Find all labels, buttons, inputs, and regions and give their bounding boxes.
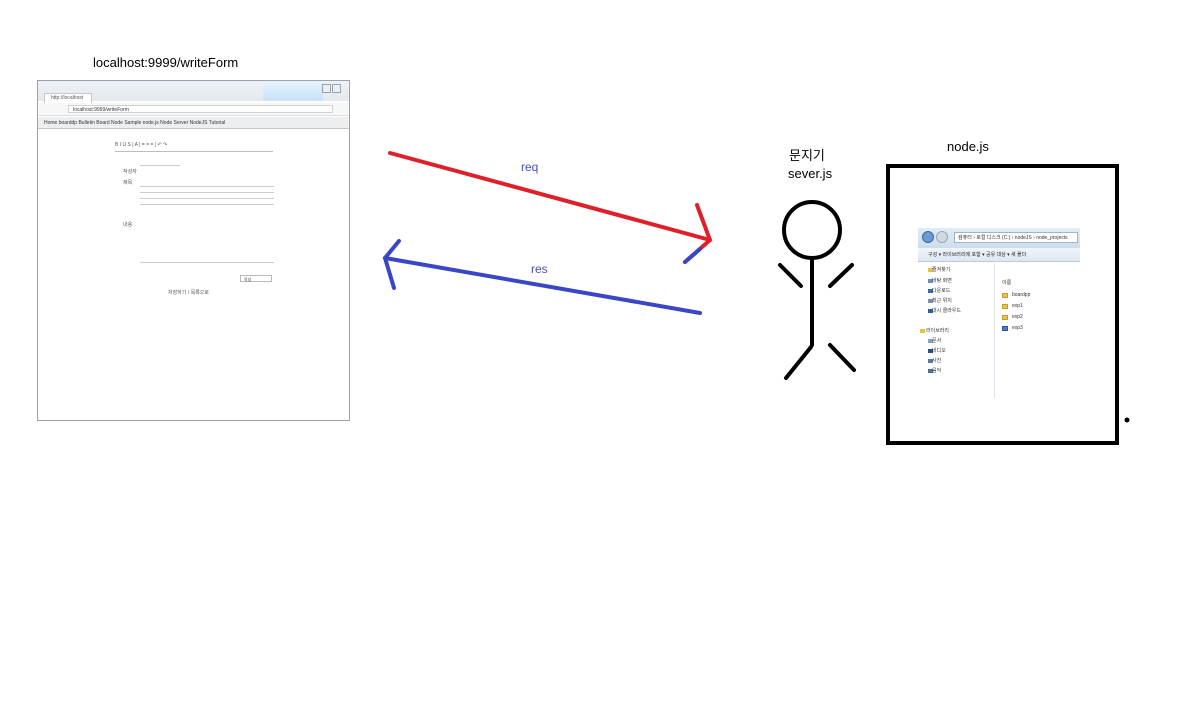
- figure-head: [782, 200, 842, 260]
- file-item: boardpp: [1012, 292, 1031, 298]
- forward-icon: [936, 231, 948, 243]
- stray-dot: [1124, 417, 1130, 423]
- sidebar-item: 즐겨찾기: [932, 267, 951, 273]
- sidebar-item: 문서: [932, 338, 942, 344]
- sidebar-item: 비디오: [932, 348, 946, 354]
- stick-figure: [778, 200, 856, 380]
- explorer-sidebar: 즐겨찾기 바탕 화면 다운로드 최근 위치 대시 클라우드 라이브러리 문서 비…: [918, 263, 995, 398]
- res-arrow: [382, 239, 702, 315]
- figure-left-leg: [784, 345, 813, 380]
- gatekeeper-subtitle: sever.js: [788, 166, 833, 181]
- sidebar-item: 라이브러리: [926, 328, 950, 334]
- node-title: node.js: [947, 139, 989, 154]
- figure-left-arm: [778, 263, 803, 288]
- folder-icon: [1002, 304, 1008, 309]
- file-icon: [1002, 326, 1008, 331]
- explorer-commandbar: 구성 ▾ 라이브러리에 포함 ▾ 공유 대상 ▾ 새 폴더: [918, 248, 1080, 262]
- explorer-path: 컴퓨터 › 로컬 디스크 (C:) › nodeJS › node_projec…: [954, 232, 1078, 243]
- sidebar-item: 대시 클라우드: [932, 308, 961, 314]
- req-label: req: [521, 160, 539, 174]
- sidebar-item: 바탕 화면: [932, 278, 952, 284]
- sidebar-item: 최근 위치: [932, 298, 952, 304]
- folder-icon: [1002, 293, 1008, 298]
- figure-right-arm: [828, 263, 854, 288]
- gatekeeper-title: 문지기: [789, 148, 825, 163]
- file-item: exp3: [1012, 325, 1023, 331]
- explorer-nav: 컴퓨터 › 로컬 디스크 (C:) › nodeJS › node_projec…: [918, 228, 1080, 248]
- sidebar-item: 다운로드: [932, 288, 951, 294]
- res-label: res: [531, 262, 548, 276]
- req-arrowhead-tip: [683, 247, 702, 264]
- library-icon: [920, 329, 925, 333]
- back-icon: [922, 231, 934, 243]
- folder-icon: [1002, 315, 1008, 320]
- file-explorer-thumbnail: 컴퓨터 › 로컬 디스크 (C:) › nodeJS › node_projec…: [918, 228, 1080, 398]
- sidebar-item: 사진: [932, 358, 942, 364]
- sidebar-item: 음악: [932, 368, 942, 374]
- file-item: exp2: [1012, 314, 1023, 320]
- file-item: exp1: [1012, 303, 1023, 309]
- files-header: 이름: [1002, 280, 1012, 286]
- req-arrow: [388, 151, 713, 264]
- figure-right-leg: [828, 343, 856, 372]
